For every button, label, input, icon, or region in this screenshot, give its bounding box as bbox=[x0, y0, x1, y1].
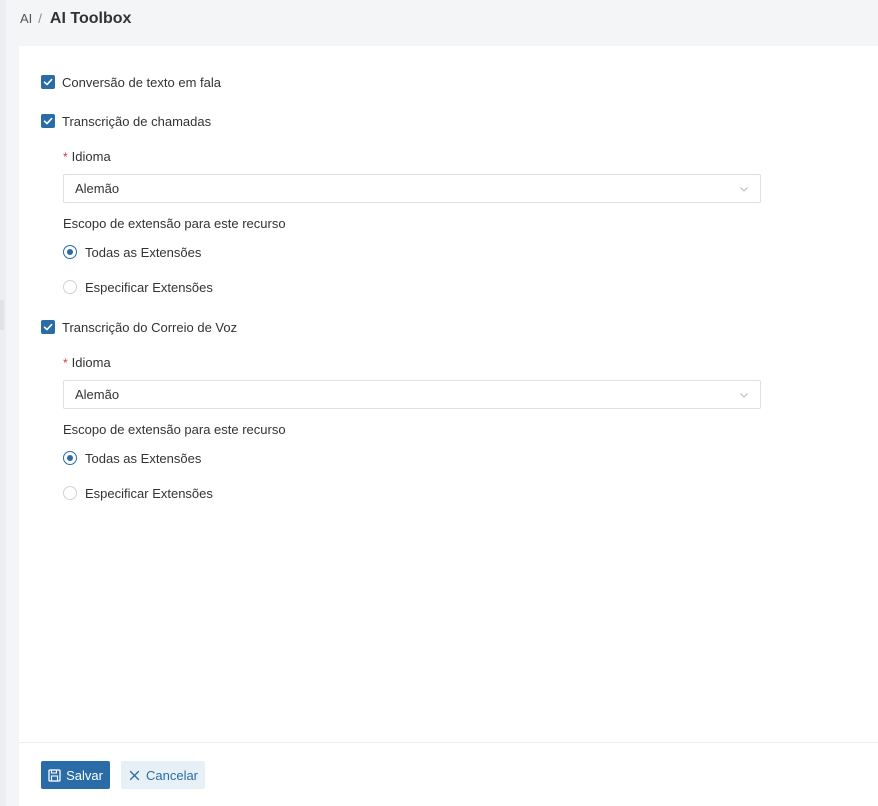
save-button[interactable]: Salvar bbox=[41, 761, 110, 789]
radio-unselected[interactable] bbox=[63, 486, 77, 500]
chevron-down-icon bbox=[740, 187, 748, 192]
voicemail-language-value: Alemão bbox=[75, 387, 120, 402]
call-scope-all-extensions[interactable]: Todas as Extensões bbox=[63, 243, 201, 261]
check-icon bbox=[43, 323, 53, 331]
cancel-button-label: Cancelar bbox=[145, 767, 199, 783]
breadcrumb-separator: / bbox=[38, 11, 42, 26]
page-header: AI / AI Toolbox bbox=[6, 0, 878, 46]
check-icon bbox=[43, 78, 53, 86]
call-language-select[interactable]: Alemão bbox=[63, 174, 761, 203]
breadcrumb-parent-ai[interactable]: AI bbox=[20, 11, 32, 26]
tts-checkbox[interactable] bbox=[41, 75, 55, 89]
close-icon bbox=[129, 770, 140, 780]
page-title: AI Toolbox bbox=[49, 10, 132, 27]
feature-tts[interactable]: Conversão de texto em fala bbox=[41, 72, 221, 92]
radio-selected[interactable] bbox=[63, 245, 77, 259]
radio-selected[interactable] bbox=[63, 451, 77, 465]
form-footer: Salvar Cancelar bbox=[19, 742, 878, 806]
settings-card: Conversão de texto em fala Transcrição d… bbox=[19, 46, 878, 806]
voicemail-scope-all-extensions[interactable]: Todas as Extensões bbox=[63, 449, 201, 467]
required-marker: * bbox=[63, 150, 68, 164]
feature-voicemail-transcription[interactable]: Transcrição do Correio de Voz bbox=[41, 317, 237, 337]
call-transcription-checkbox[interactable] bbox=[41, 114, 55, 128]
call-scope-specific-extensions[interactable]: Especificar Extensões bbox=[63, 278, 213, 296]
chevron-down-icon bbox=[740, 393, 748, 398]
check-icon bbox=[43, 117, 53, 125]
save-button-label: Salvar bbox=[66, 767, 103, 783]
voicemail-language-select[interactable]: Alemão bbox=[63, 380, 761, 409]
floppy-disk-icon bbox=[48, 768, 61, 782]
left-panel-edge bbox=[0, 0, 6, 806]
voicemail-scope-specific-extensions[interactable]: Especificar Extensões bbox=[63, 484, 213, 502]
voicemail-transcription-checkbox[interactable] bbox=[41, 320, 55, 334]
voicemail-language-label: * Idioma bbox=[63, 355, 111, 370]
required-marker: * bbox=[63, 356, 68, 370]
call-transcription-label: Transcrição de chamadas bbox=[62, 113, 212, 129]
voicemail-scope-label: Escopo de extensão para este recurso bbox=[63, 422, 286, 437]
radio-unselected[interactable] bbox=[63, 280, 77, 294]
feature-call-transcription[interactable]: Transcrição de chamadas bbox=[41, 111, 211, 131]
cancel-button[interactable]: Cancelar bbox=[121, 761, 205, 789]
voicemail-transcription-label: Transcrição do Correio de Voz bbox=[62, 319, 238, 335]
breadcrumb: AI / AI Toolbox bbox=[20, 10, 131, 28]
call-language-value: Alemão bbox=[75, 181, 120, 196]
tts-label: Conversão de texto em fala bbox=[62, 74, 221, 90]
call-language-label: * Idioma bbox=[63, 149, 111, 164]
panel-resize-handle[interactable] bbox=[0, 300, 4, 330]
call-scope-label: Escopo de extensão para este recurso bbox=[63, 216, 286, 231]
